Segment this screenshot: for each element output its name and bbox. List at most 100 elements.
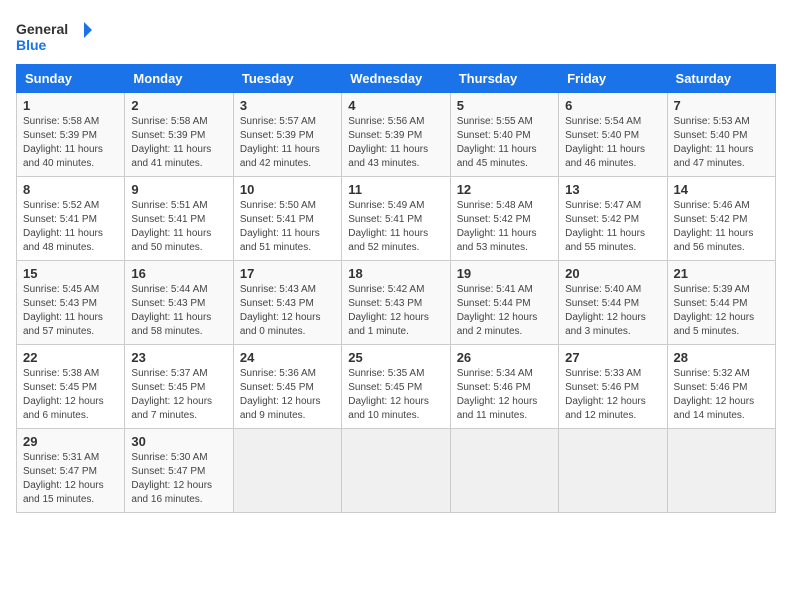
day-number: 10: [240, 182, 335, 197]
day-info: Sunrise: 5:58 AM Sunset: 5:39 PM Dayligh…: [23, 115, 118, 171]
calendar-day-cell: 29 Sunrise: 5:31 AM Sunset: 5:47 PM Dayli…: [17, 429, 125, 513]
dow-cell: Tuesday: [233, 65, 341, 93]
calendar-body: 1 Sunrise: 5:58 AM Sunset: 5:39 PM Daylig…: [17, 93, 776, 513]
day-number: 27: [565, 350, 660, 365]
day-info: Sunrise: 5:49 AM Sunset: 5:41 PM Dayligh…: [348, 199, 443, 255]
calendar-day-cell: [233, 429, 341, 513]
day-number: 14: [674, 182, 769, 197]
logo: General Blue: [16, 16, 96, 56]
day-info: Sunrise: 5:52 AM Sunset: 5:41 PM Dayligh…: [23, 199, 118, 255]
calendar-day-cell: [667, 429, 775, 513]
day-info: Sunrise: 5:57 AM Sunset: 5:39 PM Dayligh…: [240, 115, 335, 171]
day-info: Sunrise: 5:48 AM Sunset: 5:42 PM Dayligh…: [457, 199, 552, 255]
day-number: 9: [131, 182, 226, 197]
day-number: 3: [240, 98, 335, 113]
day-info: Sunrise: 5:31 AM Sunset: 5:47 PM Dayligh…: [23, 451, 118, 507]
day-info: Sunrise: 5:51 AM Sunset: 5:41 PM Dayligh…: [131, 199, 226, 255]
day-info: Sunrise: 5:37 AM Sunset: 5:45 PM Dayligh…: [131, 367, 226, 423]
calendar-day-cell: [342, 429, 450, 513]
day-info: Sunrise: 5:41 AM Sunset: 5:44 PM Dayligh…: [457, 283, 552, 339]
day-number: 25: [348, 350, 443, 365]
day-info: Sunrise: 5:32 AM Sunset: 5:46 PM Dayligh…: [674, 367, 769, 423]
day-number: 11: [348, 182, 443, 197]
calendar-day-cell: 10 Sunrise: 5:50 AM Sunset: 5:41 PM Dayli…: [233, 177, 341, 261]
calendar-day-cell: 3 Sunrise: 5:57 AM Sunset: 5:39 PM Daylig…: [233, 93, 341, 177]
day-info: Sunrise: 5:55 AM Sunset: 5:40 PM Dayligh…: [457, 115, 552, 171]
dow-cell: Thursday: [450, 65, 558, 93]
day-of-week-header: SundayMondayTuesdayWednesdayThursdayFrid…: [17, 65, 776, 93]
day-info: Sunrise: 5:47 AM Sunset: 5:42 PM Dayligh…: [565, 199, 660, 255]
calendar-day-cell: 14 Sunrise: 5:46 AM Sunset: 5:42 PM Dayli…: [667, 177, 775, 261]
day-info: Sunrise: 5:56 AM Sunset: 5:39 PM Dayligh…: [348, 115, 443, 171]
calendar-day-cell: 22 Sunrise: 5:38 AM Sunset: 5:45 PM Dayli…: [17, 345, 125, 429]
calendar-day-cell: 2Sunrise: 5:58 AM Sunset: 5:39 PM Daylig…: [125, 93, 233, 177]
calendar-week-row: 1 Sunrise: 5:58 AM Sunset: 5:39 PM Daylig…: [17, 93, 776, 177]
calendar-day-cell: 17 Sunrise: 5:43 AM Sunset: 5:43 PM Dayli…: [233, 261, 341, 345]
day-info: Sunrise: 5:33 AM Sunset: 5:46 PM Dayligh…: [565, 367, 660, 423]
day-number: 23: [131, 350, 226, 365]
calendar-week-row: 8Sunrise: 5:52 AM Sunset: 5:41 PM Daylig…: [17, 177, 776, 261]
calendar-week-row: 15 Sunrise: 5:45 AM Sunset: 5:43 PM Dayli…: [17, 261, 776, 345]
calendar-day-cell: 9 Sunrise: 5:51 AM Sunset: 5:41 PM Daylig…: [125, 177, 233, 261]
calendar-day-cell: 21Sunrise: 5:39 AM Sunset: 5:44 PM Dayli…: [667, 261, 775, 345]
calendar-day-cell: 19 Sunrise: 5:41 AM Sunset: 5:44 PM Dayli…: [450, 261, 558, 345]
calendar-day-cell: 12 Sunrise: 5:48 AM Sunset: 5:42 PM Dayli…: [450, 177, 558, 261]
calendar-week-row: 29 Sunrise: 5:31 AM Sunset: 5:47 PM Dayli…: [17, 429, 776, 513]
calendar-day-cell: 15 Sunrise: 5:45 AM Sunset: 5:43 PM Dayli…: [17, 261, 125, 345]
day-number: 13: [565, 182, 660, 197]
calendar-day-cell: 7Sunrise: 5:53 AM Sunset: 5:40 PM Daylig…: [667, 93, 775, 177]
calendar-day-cell: 24 Sunrise: 5:36 AM Sunset: 5:45 PM Dayli…: [233, 345, 341, 429]
day-number: 28: [674, 350, 769, 365]
day-number: 4: [348, 98, 443, 113]
calendar-day-cell: 6Sunrise: 5:54 AM Sunset: 5:40 PM Daylig…: [559, 93, 667, 177]
day-info: Sunrise: 5:58 AM Sunset: 5:39 PM Dayligh…: [131, 115, 226, 171]
day-number: 24: [240, 350, 335, 365]
day-info: Sunrise: 5:43 AM Sunset: 5:43 PM Dayligh…: [240, 283, 335, 339]
day-number: 22: [23, 350, 118, 365]
day-number: 30: [131, 434, 226, 449]
calendar-day-cell: 25 Sunrise: 5:35 AM Sunset: 5:45 PM Dayli…: [342, 345, 450, 429]
calendar-day-cell: 20Sunrise: 5:40 AM Sunset: 5:44 PM Dayli…: [559, 261, 667, 345]
dow-cell: Wednesday: [342, 65, 450, 93]
day-number: 16: [131, 266, 226, 281]
day-number: 26: [457, 350, 552, 365]
dow-cell: Monday: [125, 65, 233, 93]
svg-text:Blue: Blue: [16, 37, 47, 53]
calendar-day-cell: 26 Sunrise: 5:34 AM Sunset: 5:46 PM Dayli…: [450, 345, 558, 429]
day-number: 21: [674, 266, 769, 281]
day-info: Sunrise: 5:45 AM Sunset: 5:43 PM Dayligh…: [23, 283, 118, 339]
calendar-week-row: 22 Sunrise: 5:38 AM Sunset: 5:45 PM Dayli…: [17, 345, 776, 429]
day-number: 12: [457, 182, 552, 197]
day-info: Sunrise: 5:34 AM Sunset: 5:46 PM Dayligh…: [457, 367, 552, 423]
day-number: 29: [23, 434, 118, 449]
day-number: 17: [240, 266, 335, 281]
calendar-day-cell: 8Sunrise: 5:52 AM Sunset: 5:41 PM Daylig…: [17, 177, 125, 261]
calendar-day-cell: 5Sunrise: 5:55 AM Sunset: 5:40 PM Daylig…: [450, 93, 558, 177]
calendar-day-cell: 18Sunrise: 5:42 AM Sunset: 5:43 PM Dayli…: [342, 261, 450, 345]
day-number: 1: [23, 98, 118, 113]
dow-cell: Sunday: [17, 65, 125, 93]
day-number: 20: [565, 266, 660, 281]
day-number: 18: [348, 266, 443, 281]
calendar-day-cell: 23 Sunrise: 5:37 AM Sunset: 5:45 PM Dayli…: [125, 345, 233, 429]
day-number: 15: [23, 266, 118, 281]
day-info: Sunrise: 5:30 AM Sunset: 5:47 PM Dayligh…: [131, 451, 226, 507]
dow-cell: Saturday: [667, 65, 775, 93]
calendar-day-cell: 28 Sunrise: 5:32 AM Sunset: 5:46 PM Dayli…: [667, 345, 775, 429]
day-info: Sunrise: 5:35 AM Sunset: 5:45 PM Dayligh…: [348, 367, 443, 423]
calendar-day-cell: 11 Sunrise: 5:49 AM Sunset: 5:41 PM Dayli…: [342, 177, 450, 261]
calendar-day-cell: [450, 429, 558, 513]
day-info: Sunrise: 5:38 AM Sunset: 5:45 PM Dayligh…: [23, 367, 118, 423]
calendar-day-cell: 13 Sunrise: 5:47 AM Sunset: 5:42 PM Dayli…: [559, 177, 667, 261]
day-info: Sunrise: 5:53 AM Sunset: 5:40 PM Dayligh…: [674, 115, 769, 171]
calendar-day-cell: 1 Sunrise: 5:58 AM Sunset: 5:39 PM Daylig…: [17, 93, 125, 177]
day-number: 19: [457, 266, 552, 281]
day-info: Sunrise: 5:36 AM Sunset: 5:45 PM Dayligh…: [240, 367, 335, 423]
dow-cell: Friday: [559, 65, 667, 93]
day-info: Sunrise: 5:50 AM Sunset: 5:41 PM Dayligh…: [240, 199, 335, 255]
calendar-day-cell: 30 Sunrise: 5:30 AM Sunset: 5:47 PM Dayli…: [125, 429, 233, 513]
calendar-table: SundayMondayTuesdayWednesdayThursdayFrid…: [16, 64, 776, 513]
day-info: Sunrise: 5:46 AM Sunset: 5:42 PM Dayligh…: [674, 199, 769, 255]
calendar-day-cell: 27 Sunrise: 5:33 AM Sunset: 5:46 PM Dayli…: [559, 345, 667, 429]
logo-svg: General Blue: [16, 16, 96, 56]
